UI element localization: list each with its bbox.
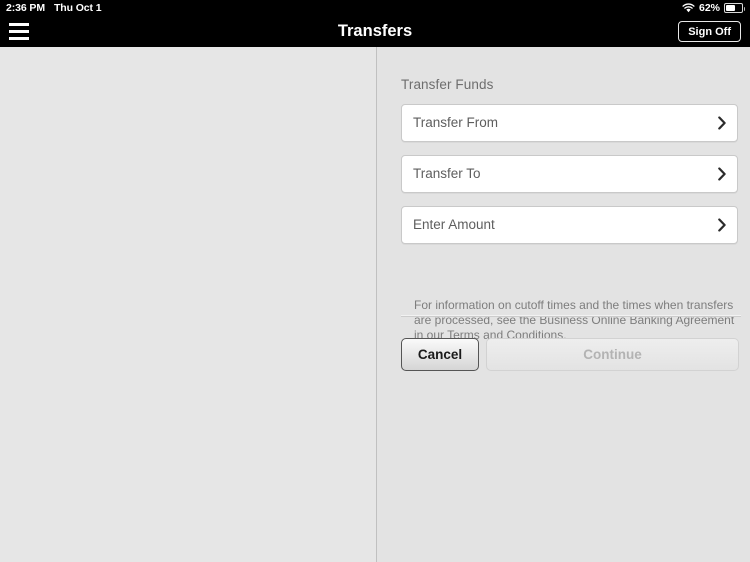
enter-amount-label: Enter Amount: [413, 217, 495, 232]
chevron-right-icon: [718, 167, 726, 181]
status-bar-right: 62%: [682, 0, 745, 16]
sign-off-button[interactable]: Sign Off: [678, 21, 741, 42]
app-root: 2:36 PM Thu Oct 1 62% Transfers Sign Off: [0, 0, 750, 562]
transfer-from-row[interactable]: Transfer From: [401, 104, 738, 142]
status-date: Thu Oct 1: [53, 2, 102, 14]
battery-icon: [724, 3, 745, 13]
chevron-right-icon: [718, 116, 726, 130]
wifi-icon: [682, 3, 695, 13]
transfer-to-label: Transfer To: [413, 166, 481, 181]
section-divider: [401, 315, 741, 317]
battery-percent: 62%: [698, 2, 720, 14]
transfer-to-row[interactable]: Transfer To: [401, 155, 738, 193]
chevron-right-icon: [718, 218, 726, 232]
section-title: Transfer Funds: [401, 77, 494, 92]
status-bar: 2:36 PM Thu Oct 1 62%: [0, 0, 750, 16]
transfer-funds-panel: Transfer Funds Transfer From Transfer To: [377, 47, 750, 562]
status-time: 2:36 PM: [6, 2, 45, 14]
cancel-button[interactable]: Cancel: [401, 338, 479, 371]
content-area: Transfer Funds Transfer From Transfer To: [0, 47, 750, 562]
continue-button[interactable]: Continue: [486, 338, 739, 371]
page-title: Transfers: [337, 22, 413, 40]
navigation-bar: Transfers Sign Off: [0, 16, 750, 47]
enter-amount-row[interactable]: Enter Amount: [401, 206, 738, 244]
transfer-from-label: Transfer From: [413, 115, 499, 130]
left-empty-pane: [0, 47, 376, 562]
status-bar-left: 2:36 PM Thu Oct 1: [6, 0, 102, 16]
action-buttons: Cancel Continue: [401, 338, 739, 371]
cutoff-times-disclaimer: For information on cutoff times and the …: [414, 298, 735, 342]
